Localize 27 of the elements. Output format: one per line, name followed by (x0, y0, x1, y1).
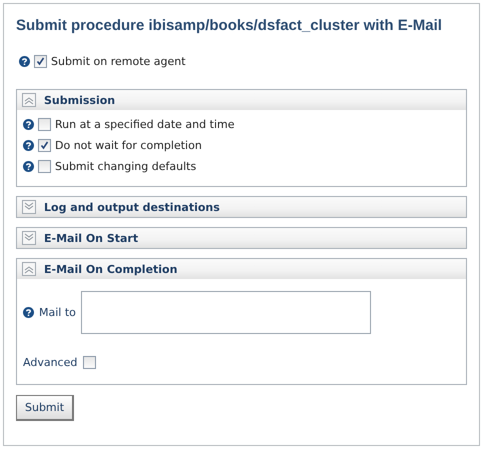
expand-icon[interactable] (22, 200, 36, 214)
mail-to-field[interactable] (80, 291, 371, 334)
section-title: E-Mail On Start (44, 232, 138, 244)
expand-icon[interactable] (22, 231, 36, 245)
checkbox-label: Do not wait for completion (55, 139, 202, 152)
checkbox-label: Advanced (23, 356, 78, 369)
collapse-icon[interactable] (22, 93, 36, 107)
section-title: Log and output destinations (44, 200, 220, 214)
help-icon[interactable] (19, 56, 30, 67)
checkbox-label: Run at a specified date and time (55, 118, 234, 131)
checkbox-label: Submit changing defaults (55, 160, 196, 173)
field-label: Mail to (39, 306, 76, 319)
checkbox[interactable] (83, 356, 96, 369)
section-title: E-Mail On Completion (44, 262, 178, 276)
checkbox[interactable] (38, 139, 51, 152)
help-icon[interactable] (23, 307, 34, 318)
help-icon[interactable] (23, 140, 34, 151)
page-title: Submit procedure ibisamp/books/dsfact_cluster with E-Mail (16, 17, 443, 35)
submit-button[interactable]: Submit (16, 395, 74, 421)
checkbox[interactable] (34, 55, 47, 68)
checkbox[interactable] (38, 160, 51, 173)
help-icon[interactable] (23, 119, 34, 130)
checkbox[interactable] (38, 118, 51, 131)
section-title: Submission (44, 94, 116, 106)
checkbox-label: Submit on remote agent (51, 55, 186, 68)
help-icon[interactable] (23, 161, 34, 172)
collapse-icon[interactable] (22, 262, 36, 276)
